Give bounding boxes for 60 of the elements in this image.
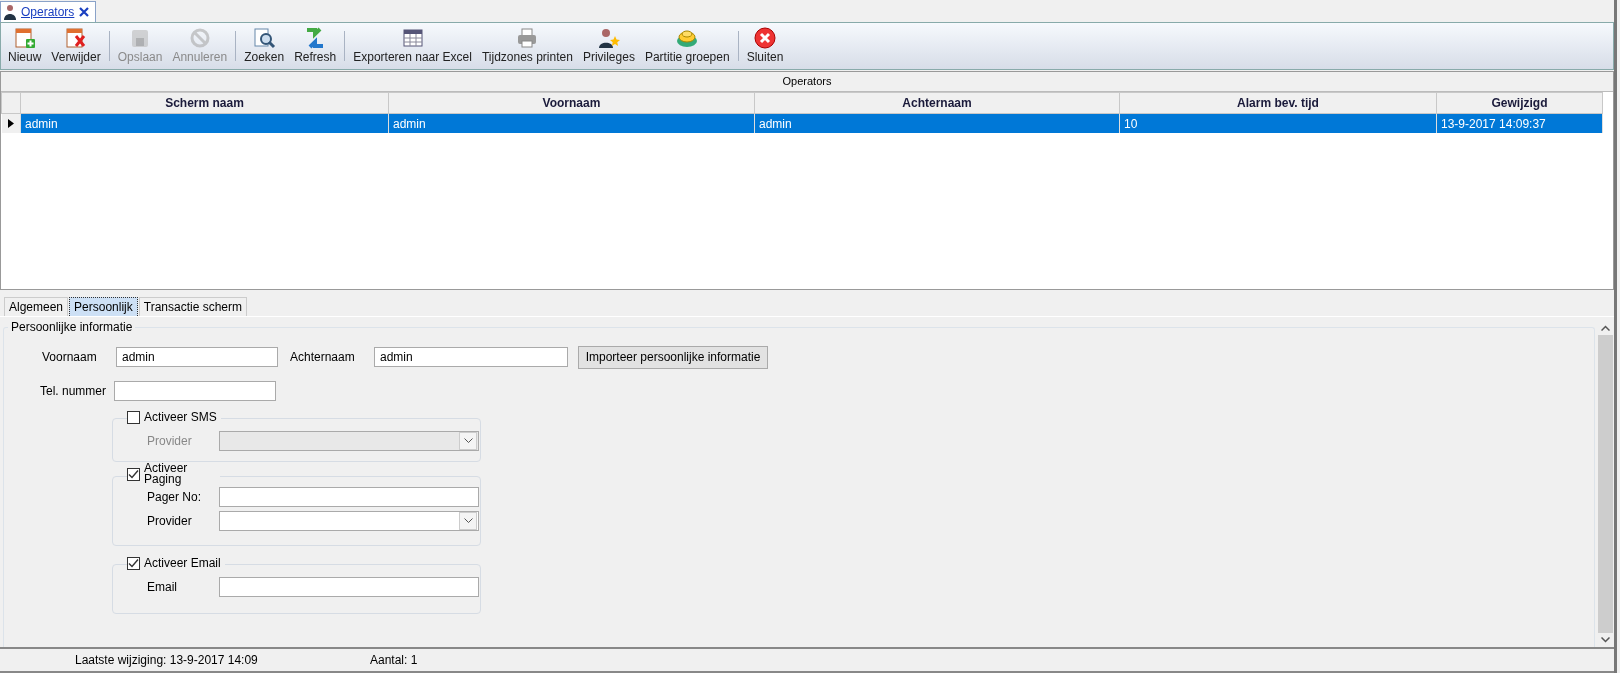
grid-caption: Operators (1, 72, 1613, 92)
status-text: Laatste wijziging: 13-9-2017 14:09 (75, 653, 259, 667)
checkbox[interactable] (127, 556, 140, 570)
checkbox-label: Activeer Email (144, 556, 221, 570)
toolbar-button[interactable]: Privileges (578, 25, 639, 67)
new-document-icon (12, 26, 37, 50)
input-field[interactable] (219, 577, 479, 597)
search-icon (252, 26, 277, 50)
table-cell: admin (393, 116, 426, 131)
column-header[interactable]: Achternaam (754, 92, 1120, 114)
toolbar-button[interactable]: Tijdzones printen (477, 25, 577, 67)
import-button[interactable]: Importeer persoonlijke informatie (578, 345, 768, 369)
toolbar-button[interactable]: Sluiten (742, 25, 788, 67)
input-field[interactable] (219, 487, 479, 507)
field-label: Provider (147, 434, 193, 448)
field-label: Email (147, 580, 178, 594)
input-field[interactable] (114, 381, 276, 401)
column-header[interactable]: Gewijzigd (1436, 92, 1603, 114)
checkbox[interactable] (127, 467, 140, 481)
chevron-down-icon (463, 438, 473, 444)
toolbar-button[interactable]: Partitie groepen (640, 25, 734, 67)
close-icon (753, 26, 777, 50)
spreadsheet-icon (400, 26, 425, 50)
person-icon (4, 4, 16, 20)
toolbar-button[interactable]: Nieuw (4, 25, 46, 67)
toolbar-button[interactable]: Zoeken (240, 25, 289, 67)
checkbox[interactable] (127, 410, 140, 424)
chevron-down-icon (463, 518, 473, 524)
table-cell: admin (759, 116, 792, 131)
field-label: Provider (147, 514, 193, 528)
tab[interactable]: Persoonlijk (69, 297, 138, 316)
column-header[interactable]: Voornaam (388, 92, 755, 114)
table-row[interactable]: admin admin admin 10 13-9-2017 14:09:37 (1, 113, 1603, 133)
tab[interactable]: Algemeen (4, 297, 69, 316)
input-field[interactable]: admin (374, 347, 568, 367)
field-label: Pager No: (147, 490, 203, 504)
status-text: Aantal: 1 (370, 653, 418, 667)
field-label: Tel. nummer (40, 384, 108, 398)
row-header-cell (1, 92, 21, 114)
table-cell: 10 (1124, 116, 1138, 131)
field-label: Achternaam (290, 350, 356, 364)
document-tab[interactable]: Operators (0, 1, 97, 22)
input-field[interactable]: admin (116, 347, 278, 367)
group-title: Persoonlijke informatie (8, 320, 136, 334)
checkbox-label: Activeer SMS (144, 410, 217, 424)
checkbox-label: Activeer Paging (144, 463, 189, 485)
person-star-icon (596, 26, 621, 50)
chevron-down-icon[interactable] (1601, 637, 1610, 643)
table-cell: 13-9-2017 14:09:37 (1441, 116, 1546, 131)
close-icon[interactable] (79, 7, 90, 17)
toolbar-button[interactable]: Exporteren naar Excel (349, 25, 476, 67)
toolbar-button[interactable]: Refresh (290, 25, 341, 67)
row-pointer-icon (7, 118, 14, 128)
column-header[interactable]: Alarm bev. tijd (1119, 92, 1437, 114)
column-header[interactable]: Scherm naam (20, 92, 389, 114)
toolbar-button[interactable]: Verwijder (47, 25, 105, 67)
field-label: Voornaam (42, 350, 98, 364)
table-cell: admin (25, 116, 58, 131)
tab[interactable]: Transactie scherm (138, 297, 247, 316)
chevron-up-icon[interactable] (1601, 325, 1610, 331)
